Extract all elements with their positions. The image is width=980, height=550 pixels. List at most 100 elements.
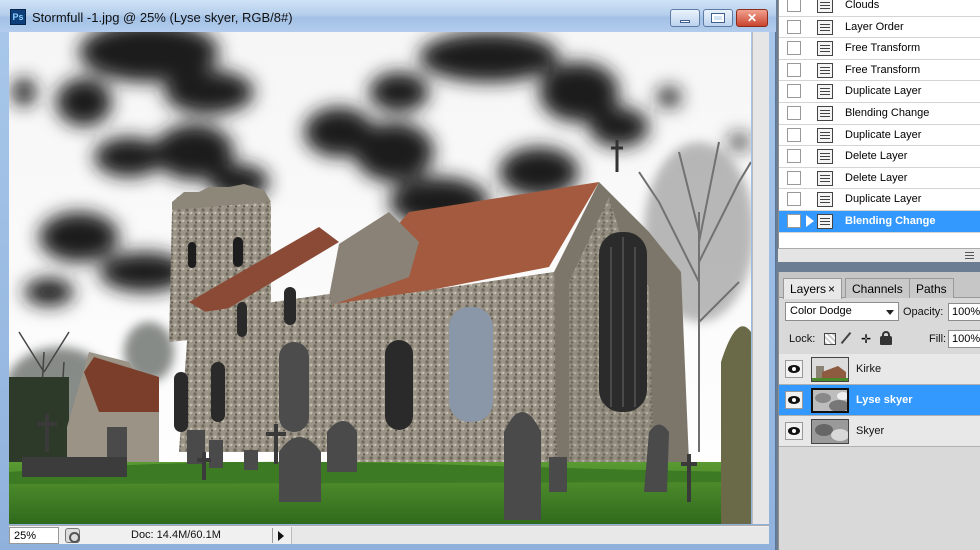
history-snapshot-checkbox[interactable] xyxy=(787,149,801,164)
document-size-info: Doc: 14.4M/60.1M xyxy=(131,529,221,541)
history-item-label: Layer Order xyxy=(845,20,904,33)
history-snapshot-checkbox[interactable] xyxy=(787,41,801,56)
minimize-button[interactable] xyxy=(670,9,700,27)
fill-label: Fill: xyxy=(929,333,947,345)
lock-position-icon[interactable] xyxy=(861,333,873,345)
history-item-selected[interactable]: Blending Change xyxy=(779,211,980,233)
right-panel-dock: Clouds Layer Order Free Transform Free T… xyxy=(778,0,980,550)
zoom-level-field[interactable]: 25% xyxy=(9,527,59,544)
lock-label: Lock: xyxy=(789,333,816,345)
history-state-icon xyxy=(817,41,833,57)
visibility-eye-icon[interactable] xyxy=(785,391,803,409)
history-item-label: Free Transform xyxy=(845,42,921,55)
tab-close-icon[interactable]: × xyxy=(828,282,835,296)
history-item-label: Free Transform xyxy=(845,63,921,76)
history-item-label: Duplicate Layer xyxy=(845,85,922,98)
panel-divider xyxy=(778,262,980,272)
panel-menu-icon[interactable] xyxy=(965,252,974,259)
layer-name: Lyse skyer xyxy=(856,394,913,406)
tab-channels[interactable]: Channels xyxy=(845,278,910,298)
blend-mode-dropdown[interactable]: Color Dodge xyxy=(785,302,899,321)
history-item-label: Duplicate Layer xyxy=(845,128,922,141)
lock-pixels-icon[interactable] xyxy=(840,331,852,345)
history-item-label: Blending Change xyxy=(845,215,936,227)
history-state-icon xyxy=(817,170,833,186)
photoshop-app-icon: Ps xyxy=(10,9,26,25)
history-item-label: Delete Layer xyxy=(845,150,908,163)
panel-tabs: Layers × Channels Paths xyxy=(779,272,980,299)
lock-transparency-icon[interactable] xyxy=(824,333,836,345)
history-panel: Clouds Layer Order Free Transform Free T… xyxy=(778,0,980,248)
history-item-label: Duplicate Layer xyxy=(845,193,922,206)
close-icon: ✕ xyxy=(746,11,758,25)
layer-name: Skyer xyxy=(856,425,885,437)
layers-panel: Layers × Channels Paths Color Dodge Opaci… xyxy=(778,272,980,550)
status-menu-arrow-icon[interactable] xyxy=(272,528,288,543)
horizontal-scrollbar[interactable] xyxy=(291,527,769,544)
history-item[interactable]: Free Transform xyxy=(779,60,980,82)
layer-name: Kirke xyxy=(856,363,882,375)
history-state-icon xyxy=(817,62,833,78)
history-item[interactable]: Duplicate Layer xyxy=(779,189,980,211)
history-snapshot-checkbox[interactable] xyxy=(787,214,801,228)
vertical-scrollbar[interactable] xyxy=(752,32,769,524)
history-state-arrow-icon[interactable] xyxy=(806,215,814,227)
opacity-label: Opacity: xyxy=(903,306,944,318)
history-snapshot-checkbox[interactable] xyxy=(787,106,801,120)
tab-label: Layers xyxy=(790,282,827,296)
history-state-icon xyxy=(817,106,833,121)
history-state-icon xyxy=(817,0,833,13)
tab-label: Paths xyxy=(916,282,947,296)
tab-label: Channels xyxy=(852,282,903,296)
opacity-field[interactable]: 100% xyxy=(948,303,980,321)
history-item[interactable]: Blending Change xyxy=(779,103,980,125)
maximize-icon xyxy=(711,13,725,23)
history-snapshot-checkbox[interactable] xyxy=(787,192,801,207)
history-state-icon xyxy=(817,192,833,208)
history-state-icon xyxy=(817,84,833,100)
history-item[interactable]: Free Transform xyxy=(779,38,980,60)
layer-row-skyer[interactable]: Skyer xyxy=(779,416,980,447)
history-item[interactable]: Delete Layer xyxy=(779,168,980,190)
history-item[interactable]: Layer Order xyxy=(779,17,980,39)
history-snapshot-checkbox[interactable] xyxy=(787,0,801,12)
document-window: Ps Stormfull -1.jpg @ 25% (Lyse skyer, R… xyxy=(0,0,776,550)
history-state-icon xyxy=(817,149,833,165)
history-item-label: Clouds xyxy=(845,0,880,11)
history-item-label: Delete Layer xyxy=(845,171,908,184)
window-title: Stormfull -1.jpg @ 25% (Lyse skyer, RGB/… xyxy=(32,10,293,25)
history-panel-footer xyxy=(778,248,980,262)
fill-field[interactable]: 100% xyxy=(948,330,980,348)
history-snapshot-checkbox[interactable] xyxy=(787,170,801,185)
layer-row-kirke[interactable]: Kirke xyxy=(779,354,980,385)
history-snapshot-checkbox[interactable] xyxy=(787,19,801,34)
church-photo xyxy=(9,32,751,524)
history-state-icon xyxy=(817,127,833,143)
history-state-icon xyxy=(817,214,833,229)
history-item[interactable]: Delete Layer xyxy=(779,146,980,168)
visibility-eye-icon[interactable] xyxy=(785,360,803,378)
lock-all-icon[interactable] xyxy=(880,331,892,345)
history-item[interactable]: Duplicate Layer xyxy=(779,81,980,103)
layer-row-lyse-skyer[interactable]: Lyse skyer xyxy=(779,385,980,416)
layer-thumbnail xyxy=(811,419,849,444)
history-snapshot-checkbox[interactable] xyxy=(787,127,801,142)
tab-paths[interactable]: Paths xyxy=(909,278,954,298)
history-state-icon xyxy=(817,19,833,35)
status-proof-icon[interactable] xyxy=(65,528,80,543)
status-bar: 25% Doc: 14.4M/60.1M xyxy=(9,525,769,544)
history-snapshot-checkbox[interactable] xyxy=(787,84,801,99)
close-button[interactable]: ✕ xyxy=(736,9,768,27)
visibility-eye-icon[interactable] xyxy=(785,422,803,440)
history-item[interactable]: Clouds xyxy=(779,0,980,17)
layer-thumbnail xyxy=(811,388,849,413)
image-canvas[interactable] xyxy=(9,32,751,524)
title-bar[interactable]: Ps Stormfull -1.jpg @ 25% (Lyse skyer, R… xyxy=(0,0,776,32)
history-item[interactable]: Duplicate Layer xyxy=(779,125,980,147)
history-item-label: Blending Change xyxy=(845,107,930,119)
tab-layers[interactable]: Layers × xyxy=(783,278,843,299)
minimize-icon xyxy=(680,20,690,23)
history-snapshot-checkbox[interactable] xyxy=(787,62,801,77)
layer-thumbnail xyxy=(811,357,849,382)
maximize-button[interactable] xyxy=(703,9,733,27)
